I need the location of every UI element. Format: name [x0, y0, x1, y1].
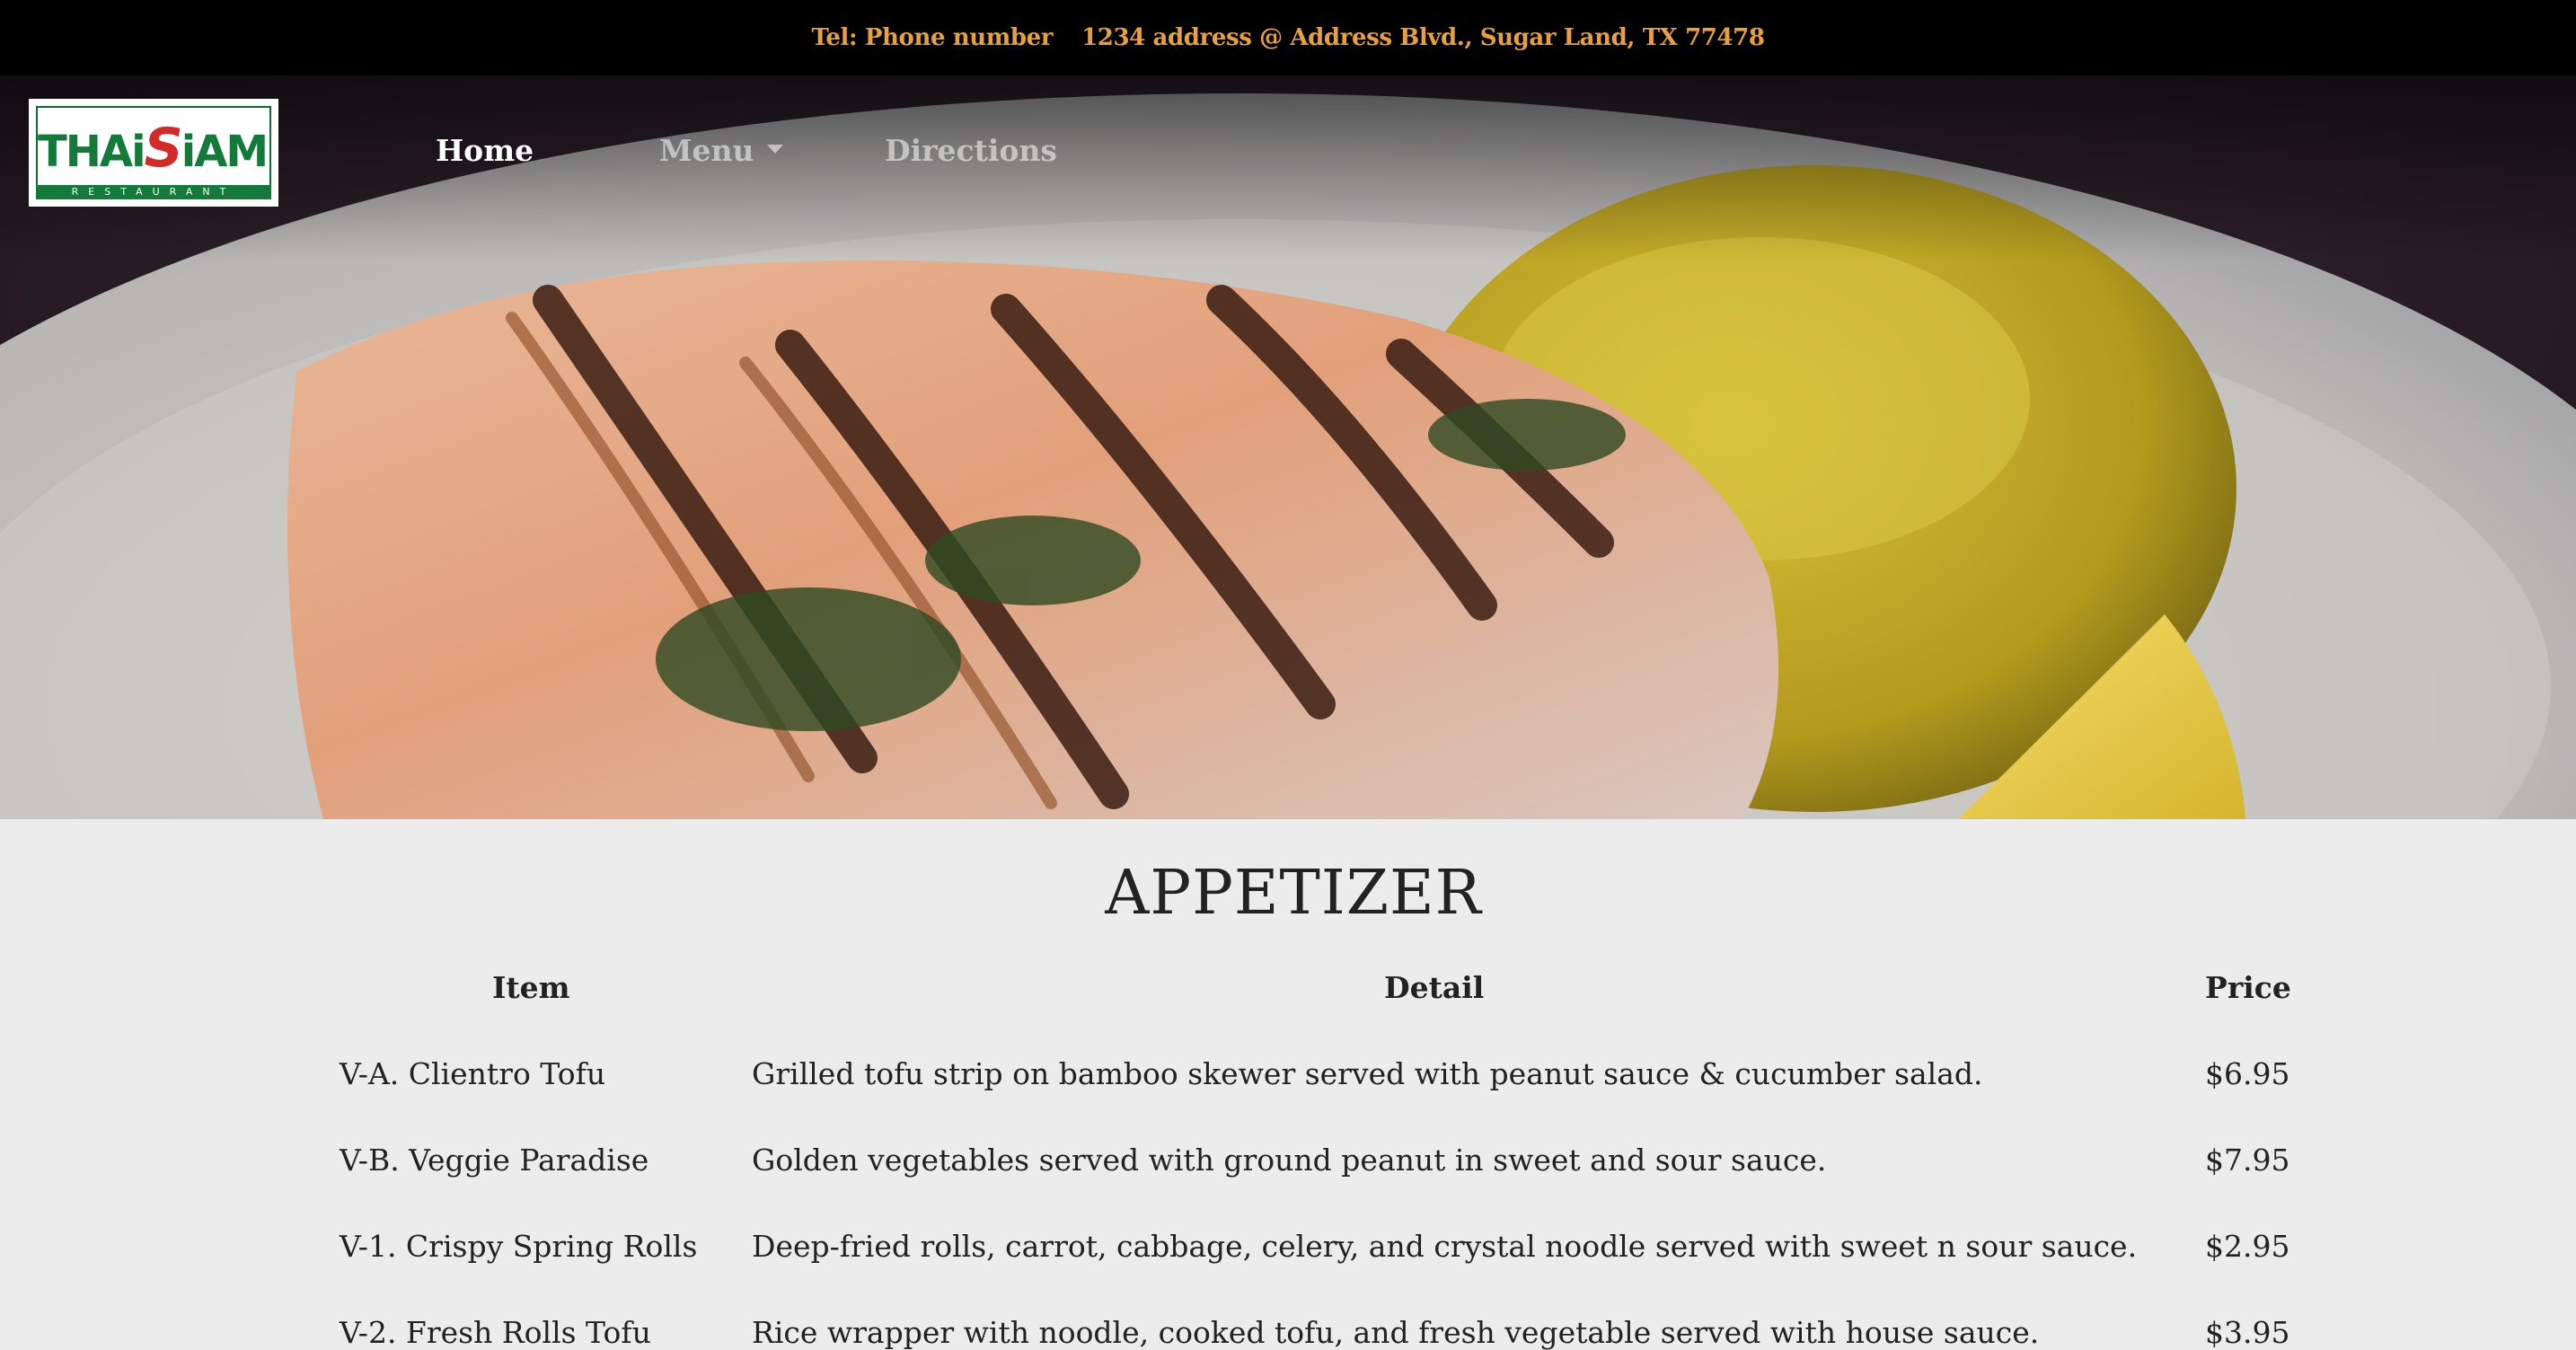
row-detail: Golden vegetables served with ground pea…: [752, 1143, 1827, 1178]
column-header-price: Price: [2205, 970, 2291, 1005]
logo-wordmark: THAiSiAM: [38, 117, 269, 180]
row-detail: Rice wrapper with noodle, cooked tofu, a…: [752, 1315, 2040, 1350]
row-price: $3.95: [2205, 1315, 2290, 1350]
section-title: APPETIZER: [1105, 858, 1482, 929]
row-price: $7.95: [2205, 1143, 2290, 1178]
nav-menu-dropdown[interactable]: Menu: [659, 133, 783, 168]
nav-menu-label: Menu: [659, 133, 754, 168]
nav-home-link[interactable]: Home: [436, 133, 534, 168]
logo-word-s: S: [144, 117, 183, 180]
phone-text[interactable]: Tel: Phone number: [811, 24, 1053, 51]
restaurant-logo[interactable]: THAiSiAM RESTAURANT: [29, 99, 278, 207]
nav-directions-link[interactable]: Directions: [885, 133, 1057, 168]
row-item: V-2. Fresh Rolls Tofu: [340, 1315, 651, 1350]
row-detail: Grilled tofu strip on bamboo skewer serv…: [752, 1056, 1983, 1091]
logo-word-left: THAi: [38, 127, 146, 177]
main-navbar: THAiSiAM RESTAURANT Home Menu Directions: [0, 75, 2576, 228]
address-text: 1234 address @ Address Blvd., Sugar Land…: [1081, 24, 1765, 51]
logo-word-right: iAM: [181, 127, 269, 177]
top-info-bar: Tel: Phone number 1234 address @ Address…: [0, 0, 2576, 75]
column-header-item: Item: [492, 970, 570, 1005]
chevron-down-icon: [766, 145, 783, 154]
row-item: V-1. Crispy Spring Rolls: [340, 1229, 698, 1264]
row-price: $2.95: [2205, 1229, 2290, 1264]
row-item: V-B. Veggie Paradise: [340, 1143, 649, 1178]
column-header-detail: Detail: [1384, 970, 1485, 1005]
logo-subtitle: RESTAURANT: [36, 185, 271, 199]
row-price: $6.95: [2205, 1056, 2290, 1091]
row-detail: Deep-fried rolls, carrot, cabbage, celer…: [752, 1229, 2138, 1264]
row-item: V-A. Clientro Tofu: [340, 1056, 606, 1091]
